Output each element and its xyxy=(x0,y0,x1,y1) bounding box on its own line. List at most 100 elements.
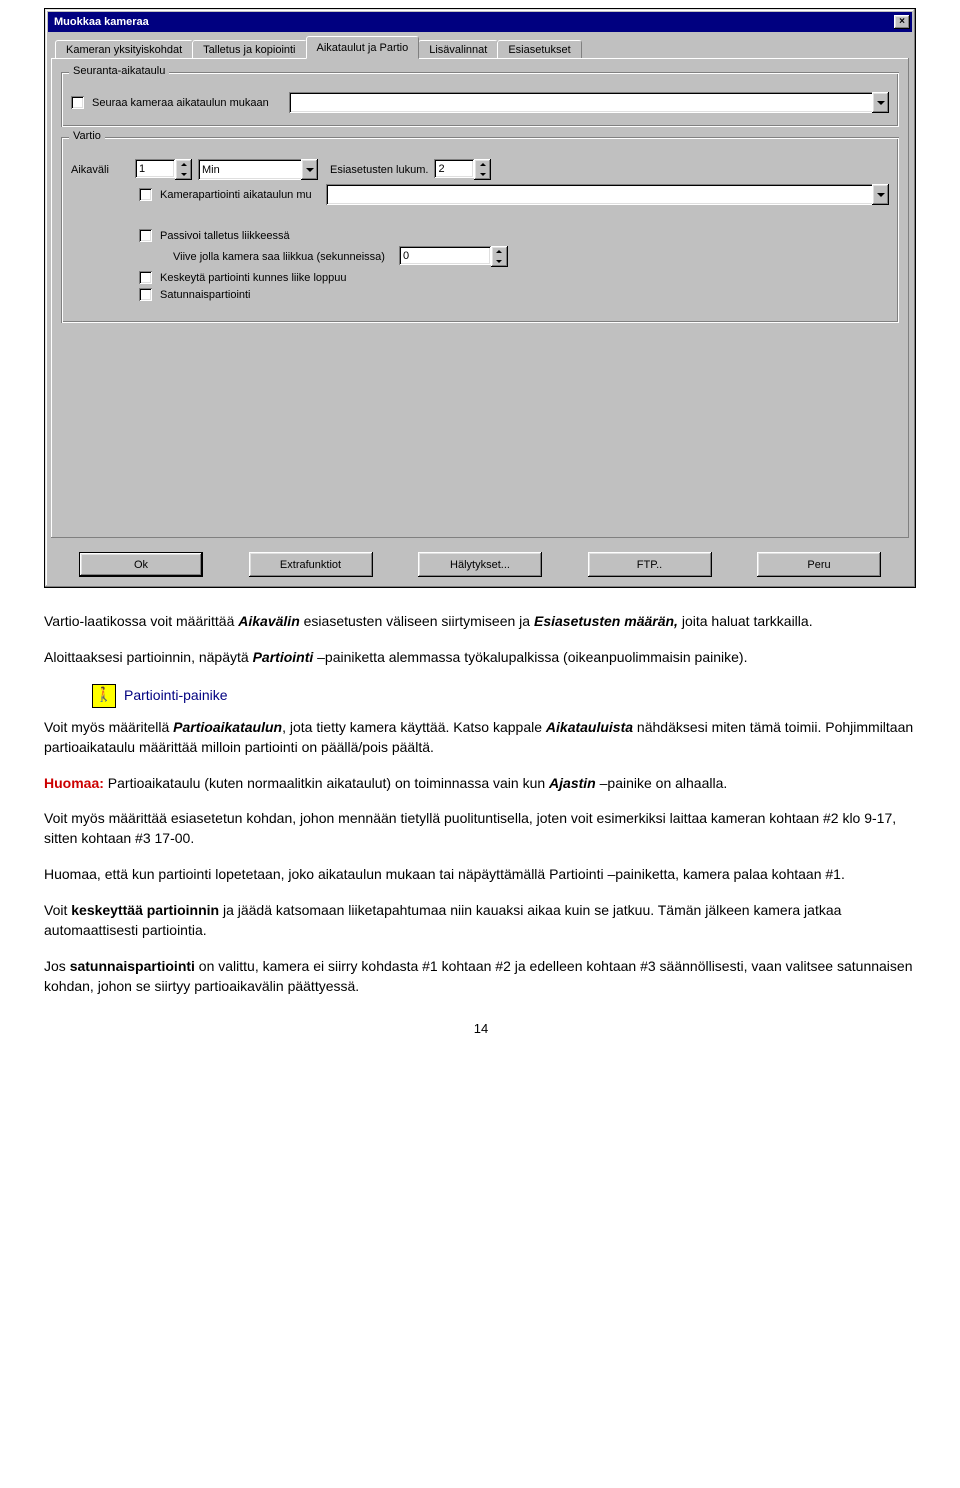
follow-schedule-label: Seuraa kameraa aikataulun mukaan xyxy=(92,97,269,109)
tracking-schedule-combo[interactable] xyxy=(289,92,889,113)
patrol-schedule-combo[interactable] xyxy=(326,184,889,205)
tab-label: Esiasetukset xyxy=(508,44,570,56)
text: Vartio-laatikossa voit määrittää xyxy=(44,613,238,629)
group-tracking-schedule: Seuranta-aikataulu Seuraa kameraa aikata… xyxy=(61,72,899,127)
btn-label: Hälytykset... xyxy=(450,559,510,571)
paragraph: Aloittaaksesi partioinnin, näpäytä Parti… xyxy=(44,648,918,668)
patrol-schedule-checkbox[interactable] xyxy=(139,188,152,201)
tab-panel: Seuranta-aikataulu Seuraa kameraa aikata… xyxy=(51,58,909,538)
btn-label: Peru xyxy=(807,559,830,571)
paragraph: Voit keskeyttää partioinnin ja jäädä kat… xyxy=(44,901,918,941)
paragraph: Voit myös määrittää esiasetetun kohdan, … xyxy=(44,809,918,849)
group-title: Seuranta-aikataulu xyxy=(69,65,169,77)
preset-count-spinner[interactable] xyxy=(474,159,491,180)
term-aikataulu: Aikatauluista xyxy=(546,719,633,735)
text: esiasetusten väliseen siirtymiseen ja xyxy=(300,613,534,629)
tab-label: Aikataulut ja Partio xyxy=(317,42,409,54)
delay-value: 0 xyxy=(403,250,409,262)
tab-label: Kameran yksityiskohdat xyxy=(66,44,182,56)
passivate-checkbox[interactable] xyxy=(139,229,152,242)
document-body: Vartio-laatikossa voit määrittää Aikaväl… xyxy=(44,612,918,997)
btn-label: Ok xyxy=(134,559,148,571)
delay-label: Viive jolla kamera saa liikkua (sekunnei… xyxy=(173,251,385,263)
preset-count-value: 2 xyxy=(438,163,444,175)
combo-value xyxy=(289,92,874,113)
arrow-up-icon xyxy=(181,163,187,166)
icon-caption: Partiointi-painike xyxy=(124,686,228,706)
tab-storage[interactable]: Talletus ja kopiointi xyxy=(192,40,306,59)
arrow-down-icon xyxy=(496,260,502,263)
paragraph: Jos satunnaispartiointi on valittu, kame… xyxy=(44,957,918,997)
interval-input[interactable]: 1 xyxy=(135,159,175,178)
passivate-label: Passivoi talletus liikkeessä xyxy=(160,230,290,242)
combo-value xyxy=(326,184,874,205)
random-patrol-label: Satunnaispartiointi xyxy=(160,289,251,301)
delay-input[interactable]: 0 xyxy=(399,246,491,265)
chevron-down-icon xyxy=(877,193,885,197)
arrow-down-icon xyxy=(181,173,187,176)
tabstrip: Kameran yksityiskohdat Talletus ja kopio… xyxy=(51,38,909,59)
follow-schedule-checkbox[interactable] xyxy=(71,96,84,109)
interval-label: Aikaväli xyxy=(71,164,129,176)
random-patrol-checkbox[interactable] xyxy=(139,288,152,301)
icon-caption-row: 🚶 Partiointi-painike xyxy=(92,684,918,708)
text: Voit xyxy=(44,902,71,918)
tab-details[interactable]: Kameran yksityiskohdat xyxy=(55,40,193,59)
arrow-up-icon xyxy=(480,163,486,166)
dropdown-button[interactable] xyxy=(872,184,889,205)
page-number: 14 xyxy=(44,1021,918,1036)
patrol-icon: 🚶 xyxy=(92,684,116,708)
alerts-button[interactable]: Hälytykset... xyxy=(418,552,542,577)
dropdown-button[interactable] xyxy=(301,159,318,180)
patrol-schedule-label: Kamerapartiointi aikataulun mu xyxy=(160,189,312,201)
term-aikavali: Aikavälin xyxy=(238,613,299,629)
interval-unit-combo[interactable]: Min xyxy=(198,159,318,180)
term-esiasetusten: Esiasetusten määrän, xyxy=(534,613,678,629)
group-patrol: Vartio Aikaväli 1 xyxy=(61,137,899,323)
pause-label: Keskeytä partiointi kunnes liike loppuu xyxy=(160,272,347,284)
pause-checkbox[interactable] xyxy=(139,271,152,284)
text: , jota tietty kamera käyttää. Katso kapp… xyxy=(282,719,546,735)
ftp-button[interactable]: FTP.. xyxy=(588,552,712,577)
text: Jos xyxy=(44,958,70,974)
btn-label: Extrafunktiot xyxy=(280,559,341,571)
tab-presets[interactable]: Esiasetukset xyxy=(497,40,581,59)
interval-spinner[interactable] xyxy=(175,159,192,180)
button-row: Ok Extrafunktiot Hälytykset... FTP.. Per… xyxy=(51,538,909,581)
term-partioaikataulu: Partioaikataulun xyxy=(173,719,282,735)
text: Partioaikataulu (kuten normaalitkin aika… xyxy=(104,775,549,791)
titlebar: Muokkaa kameraa × xyxy=(48,12,912,32)
cancel-button[interactable]: Peru xyxy=(757,552,881,577)
term-partiointi: Partiointi xyxy=(253,649,314,665)
dropdown-button[interactable] xyxy=(872,92,889,113)
preset-count-input[interactable]: 2 xyxy=(434,159,474,178)
close-button[interactable]: × xyxy=(894,15,910,29)
term-satunnais: satunnaispartiointi xyxy=(70,958,195,974)
arrow-down-icon xyxy=(480,173,486,176)
tab-label: Lisävalinnat xyxy=(429,44,487,56)
paragraph: Voit myös määritellä Partioaikataulun, j… xyxy=(44,718,918,758)
text: –painike on alhaalla. xyxy=(596,775,728,791)
delay-spinner[interactable] xyxy=(491,246,508,267)
interval-value: 1 xyxy=(139,163,145,175)
term-keskeyta: keskeyttää partioinnin xyxy=(71,902,219,918)
paragraph: Vartio-laatikossa voit määrittää Aikaväl… xyxy=(44,612,918,632)
edit-camera-dialog: Muokkaa kameraa × Kameran yksityiskohdat… xyxy=(44,8,916,588)
preset-count-label: Esiasetusten lukum. xyxy=(330,164,428,176)
chevron-down-icon xyxy=(306,168,314,172)
paragraph: Huomaa, että kun partiointi lopetetaan, … xyxy=(44,865,918,885)
combo-value: Min xyxy=(198,159,303,180)
extra-functions-button[interactable]: Extrafunktiot xyxy=(249,552,373,577)
chevron-down-icon xyxy=(877,101,885,105)
text: Aloittaaksesi partioinnin, näpäytä xyxy=(44,649,253,665)
ok-button[interactable]: Ok xyxy=(79,552,203,577)
close-icon: × xyxy=(899,17,905,27)
dialog-title: Muokkaa kameraa xyxy=(54,16,149,28)
tab-extras[interactable]: Lisävalinnat xyxy=(418,40,498,59)
note-label: Huomaa: xyxy=(44,775,104,791)
arrow-up-icon xyxy=(496,250,502,253)
unit-value: Min xyxy=(202,164,220,176)
tab-schedules-patrol[interactable]: Aikataulut ja Partio xyxy=(306,36,420,59)
paragraph-note: Huomaa: Partioaikataulu (kuten normaalit… xyxy=(44,774,918,794)
text: Voit myös määritellä xyxy=(44,719,173,735)
